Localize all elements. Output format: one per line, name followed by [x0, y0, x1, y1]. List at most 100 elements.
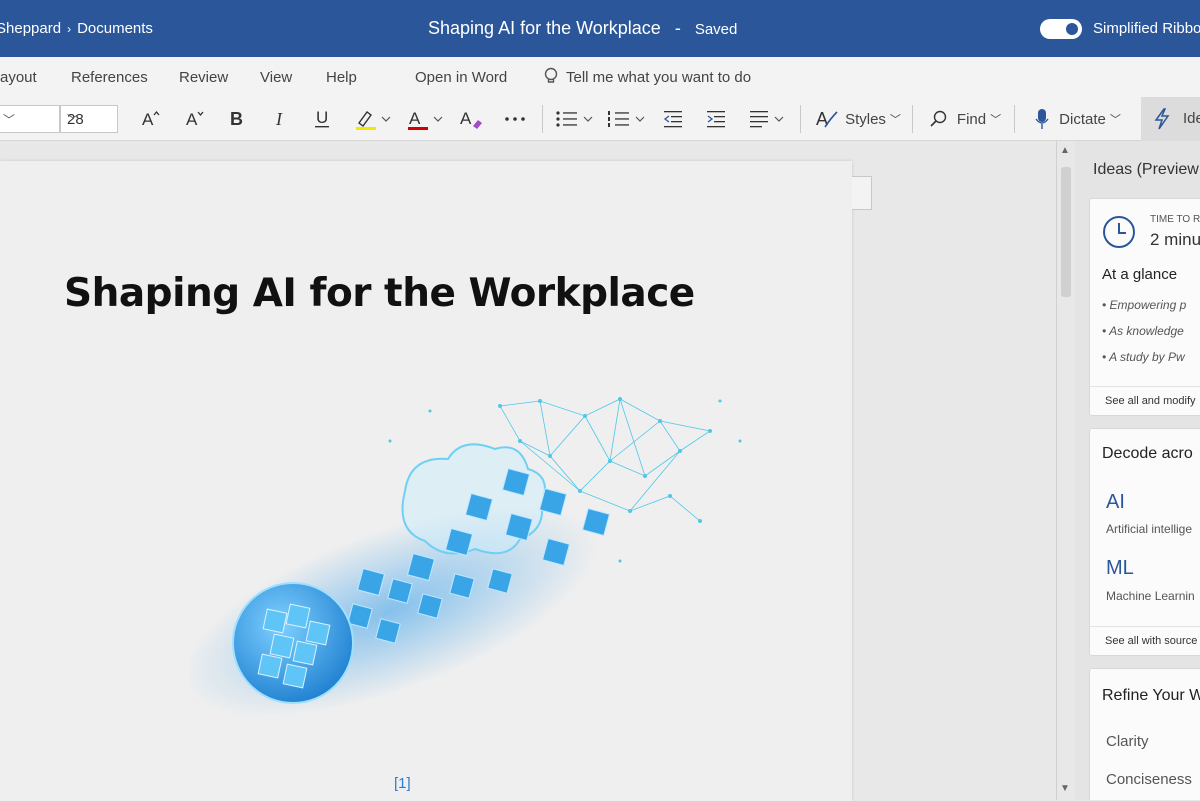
- italic-icon[interactable]: I: [266, 97, 294, 141]
- tab-layout[interactable]: ayout: [0, 69, 37, 86]
- document-scrollbar[interactable]: ▲ ▼: [1056, 141, 1075, 800]
- find-button[interactable]: Find ﹀: [922, 97, 1008, 141]
- svg-text:A: A: [142, 110, 154, 129]
- title-separator: -: [674, 18, 681, 38]
- see-all-modify-link[interactable]: See all and modify: [1105, 395, 1196, 407]
- breadcrumb-user[interactable]: Sheppard: [0, 20, 61, 37]
- document-heading[interactable]: Shaping AI for the Workplace: [64, 271, 695, 316]
- simplified-ribbon-label: Simplified Ribbo: [1093, 20, 1200, 37]
- tab-references[interactable]: References: [71, 69, 148, 86]
- breadcrumb-folder[interactable]: Documents: [77, 20, 153, 37]
- decrease-indent-icon[interactable]: [660, 97, 686, 141]
- acronym-meaning: Artificial intellige: [1106, 522, 1193, 536]
- chevron-down-icon: ﹀: [990, 114, 1002, 126]
- menu-bar: ayout References Review View Help Open i…: [0, 57, 1200, 97]
- glance-bullet[interactable]: • A study by Pw: [1102, 350, 1185, 364]
- increase-indent-icon[interactable]: [703, 97, 729, 141]
- font-color-icon[interactable]: A: [404, 97, 446, 141]
- font-size-dropdown[interactable]: 28 ﹀: [60, 105, 118, 133]
- chevron-down-icon: ﹀: [67, 113, 80, 127]
- breadcrumb: Sheppard › Documents: [0, 20, 153, 37]
- refine-item-clarity[interactable]: Clarity: [1106, 733, 1149, 750]
- clear-formatting-icon[interactable]: A: [456, 97, 486, 141]
- ai-illustration-image: [190, 397, 742, 718]
- font-name-dropdown[interactable]: ﹀: [0, 105, 60, 133]
- time-to-read-value: 2 minu: [1150, 230, 1200, 249]
- decode-acronyms-card: Decode acro AI Artificial intellige ML M…: [1089, 428, 1200, 656]
- refine-heading: Refine Your W: [1102, 687, 1200, 704]
- ideas-label: Ide: [1183, 110, 1200, 127]
- toggle-knob: [1066, 23, 1078, 35]
- styles-icon: A: [816, 109, 838, 129]
- acronym-meaning: Machine Learnin: [1106, 589, 1195, 603]
- ribbon-toolbar: ﹀ 28 ﹀ A A B I U A A A Styles ﹀ Find ﹀ Di…: [0, 97, 1200, 141]
- refine-writing-card: Refine Your W Clarity Conciseness: [1089, 668, 1200, 800]
- bold-icon[interactable]: B: [222, 97, 250, 141]
- underline-icon[interactable]: U: [308, 97, 336, 141]
- svg-text:A: A: [409, 109, 421, 128]
- svg-text:A: A: [186, 110, 198, 129]
- chevron-down-icon: ﹀: [889, 114, 901, 126]
- title-bar: Sheppard › Documents Shaping AI for the Wo…: [0, 0, 1200, 57]
- glance-bullet[interactable]: • Empowering p: [1102, 298, 1186, 312]
- svg-text:A: A: [460, 109, 472, 128]
- align-icon[interactable]: [746, 97, 790, 141]
- tell-me-search[interactable]: Tell me what you want to do: [566, 69, 751, 86]
- scrollbar-thumb[interactable]: [1061, 167, 1071, 297]
- card-footer: See all with source: [1090, 626, 1200, 655]
- svg-text:I: I: [275, 109, 283, 129]
- styles-label: Styles: [845, 110, 886, 128]
- lightbulb-icon: [544, 67, 558, 83]
- svg-text:U: U: [316, 108, 328, 127]
- dictate-button[interactable]: Dictate ﹀: [1024, 97, 1130, 141]
- document-name-text: Shaping AI for the Workplace: [428, 18, 661, 38]
- scroll-down-icon[interactable]: ▼: [1060, 783, 1070, 794]
- save-status: Saved: [694, 21, 738, 38]
- simplified-ribbon-toggle[interactable]: [1040, 19, 1082, 39]
- decode-acronyms-heading: Decode acro: [1102, 445, 1193, 462]
- find-label: Find: [956, 110, 987, 128]
- glance-bullet[interactable]: • As knowledge: [1102, 324, 1184, 338]
- footnote-marker[interactable]: [1]: [394, 775, 411, 792]
- document-name[interactable]: Shaping AI for the Workplace - Saved: [428, 18, 737, 39]
- page-margin-marker: [852, 176, 872, 210]
- acronym-term[interactable]: AI: [1106, 491, 1125, 514]
- toolbar-divider: [1014, 105, 1015, 133]
- more-options-icon[interactable]: [500, 97, 530, 141]
- ideas-button[interactable]: Ide: [1141, 97, 1200, 141]
- clock-icon: [1103, 216, 1135, 248]
- at-a-glance-heading: At a glance: [1102, 266, 1178, 283]
- document-canvas: Shaping AI for the Workplace [1]: [0, 141, 1075, 801]
- toolbar-divider: [800, 105, 801, 133]
- lightning-icon: [1154, 108, 1170, 130]
- tab-review[interactable]: Review: [179, 69, 228, 86]
- acronym-term[interactable]: ML: [1106, 557, 1134, 580]
- scroll-up-icon[interactable]: ▲: [1060, 145, 1070, 156]
- card-footer: See all and modify: [1090, 386, 1200, 415]
- shrink-font-icon[interactable]: A: [180, 97, 208, 141]
- styles-button[interactable]: A Styles ﹀: [812, 97, 904, 141]
- chevron-right-icon: ›: [67, 22, 72, 36]
- time-to-read-label: TIME TO R: [1150, 214, 1200, 225]
- ideas-pane: Ideas (Preview TIME TO R 2 minu At a gla…: [1075, 141, 1200, 800]
- see-all-source-link[interactable]: See all with source: [1105, 635, 1197, 647]
- microphone-icon: [1035, 109, 1049, 129]
- tab-view[interactable]: View: [260, 69, 292, 86]
- svg-text:B: B: [230, 109, 243, 129]
- dictate-label: Dictate: [1059, 110, 1106, 128]
- chevron-down-icon: ﹀: [1109, 114, 1121, 126]
- bullets-icon[interactable]: [553, 97, 597, 141]
- document-page[interactable]: Shaping AI for the Workplace [1]: [0, 161, 852, 801]
- refine-item-conciseness[interactable]: Conciseness: [1106, 771, 1192, 788]
- toolbar-divider: [912, 105, 913, 133]
- open-in-word-button[interactable]: Open in Word: [415, 69, 507, 86]
- highlight-color-icon[interactable]: [352, 97, 394, 141]
- reading-time-card: TIME TO R 2 minu At a glance • Empowerin…: [1089, 198, 1200, 416]
- toolbar-divider: [542, 105, 543, 133]
- ideas-pane-title: Ideas (Preview: [1093, 161, 1199, 178]
- grow-font-icon[interactable]: A: [136, 97, 164, 141]
- tab-help[interactable]: Help: [326, 69, 357, 86]
- chevron-down-icon: ﹀: [3, 113, 16, 127]
- numbering-icon[interactable]: [605, 97, 649, 141]
- search-icon: [930, 110, 947, 127]
